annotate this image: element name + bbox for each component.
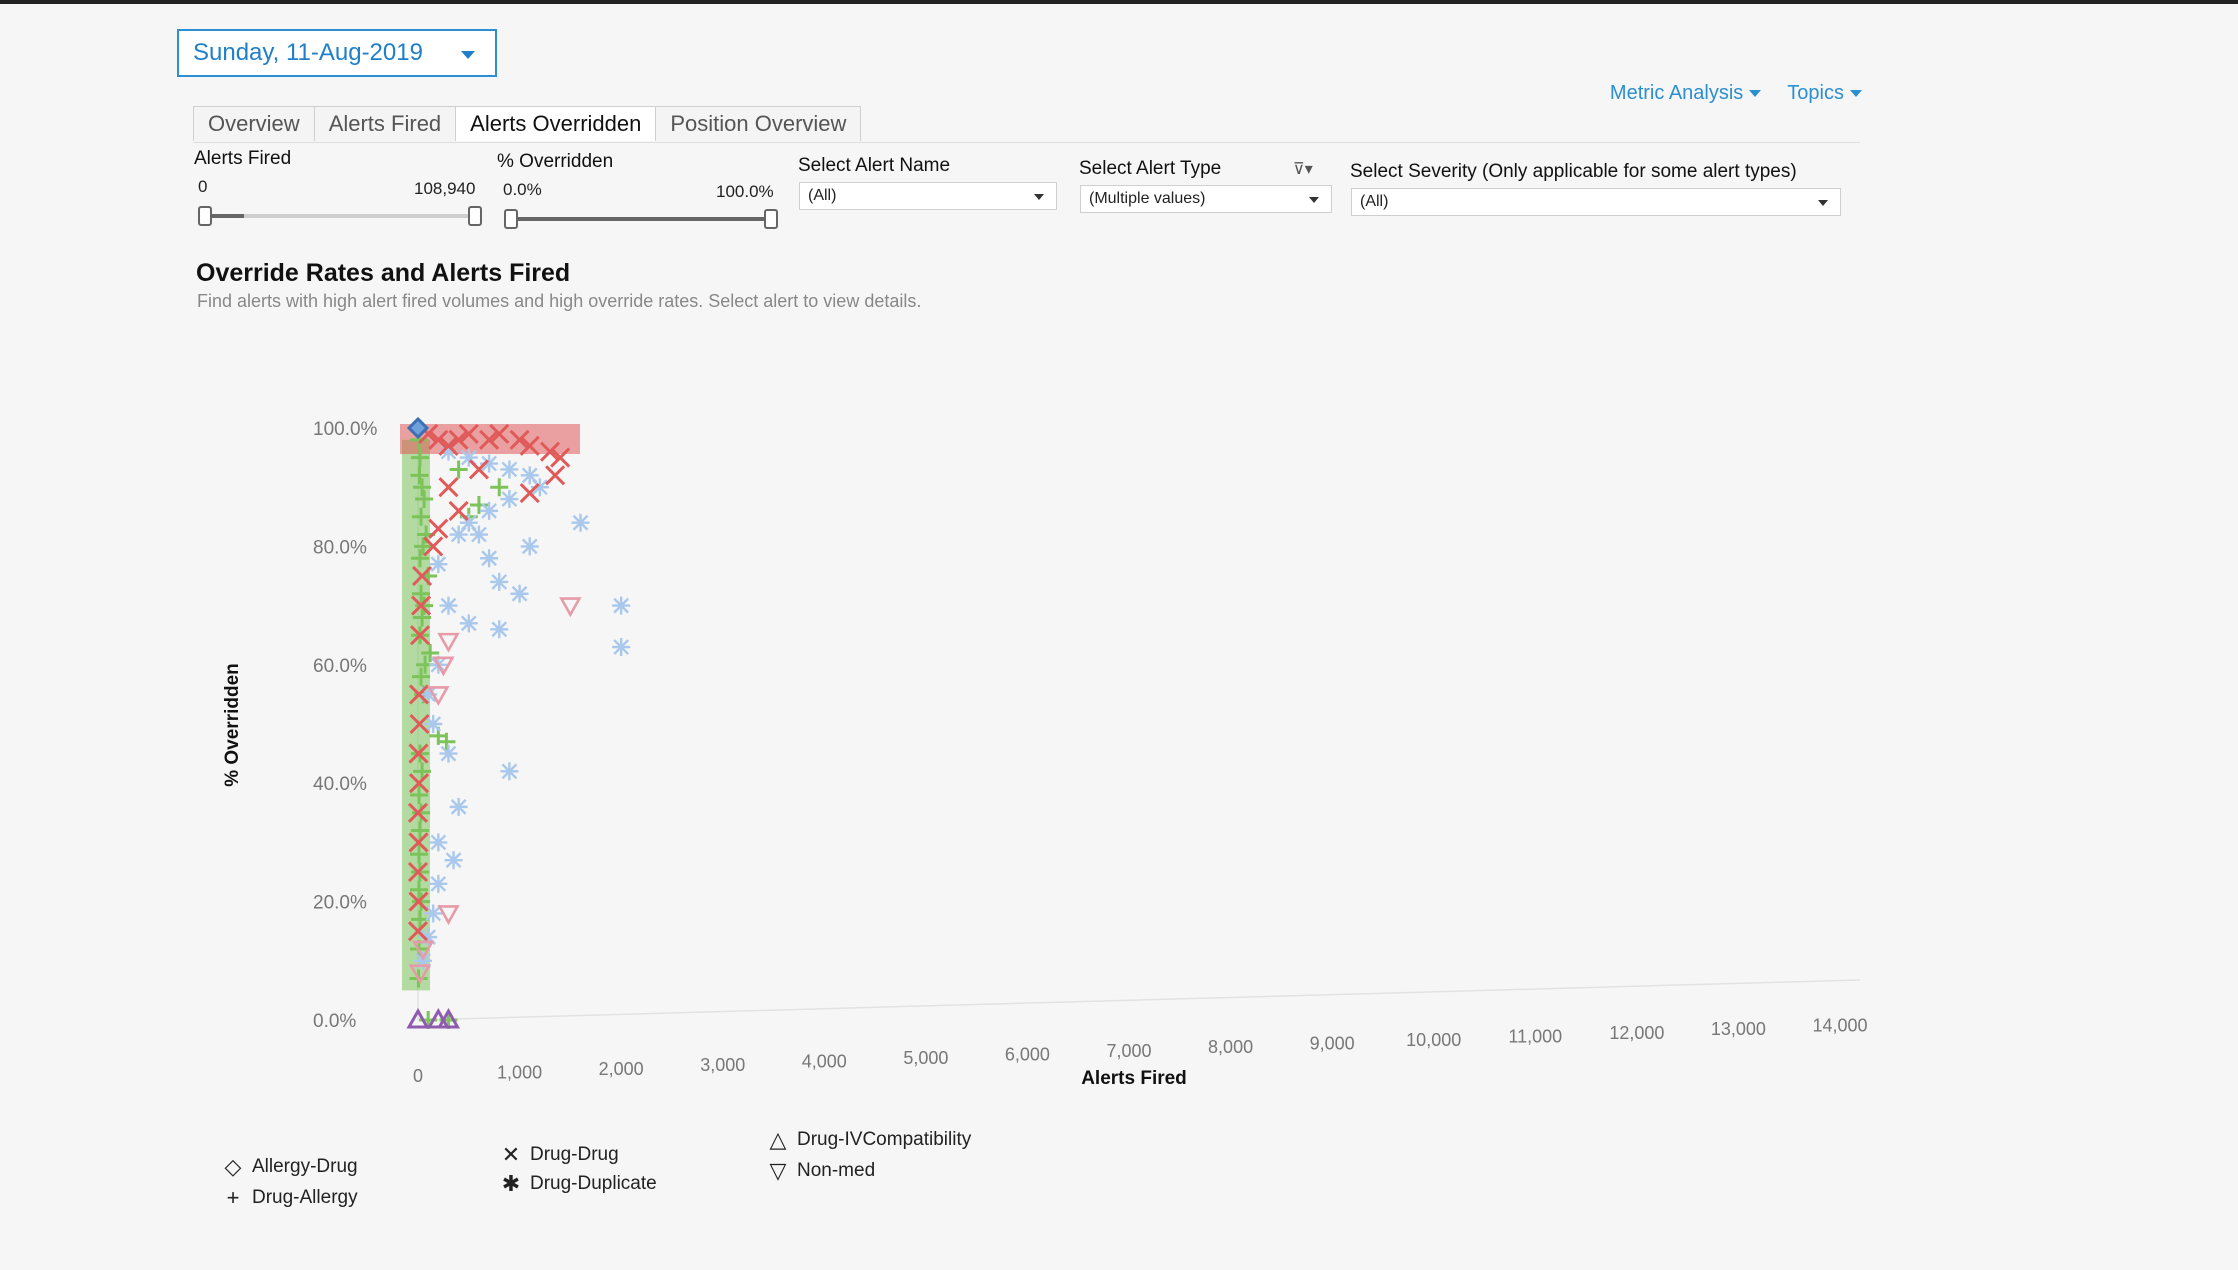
drug-duplicate-point	[500, 490, 519, 509]
drug-duplicate-point	[612, 596, 631, 615]
drug-duplicate-point	[429, 833, 448, 852]
x-tick-label: 12,000	[1609, 1023, 1664, 1043]
drug-duplicate-point	[500, 460, 519, 479]
drug-duplicate-point	[449, 797, 468, 816]
drug-duplicate-point	[612, 638, 631, 657]
drug-duplicate-point	[571, 513, 590, 532]
x-tick-label: 0	[413, 1066, 423, 1086]
asterisk-icon: ✱	[501, 1171, 521, 1196]
drug-drug-point	[519, 483, 540, 504]
x-tick-label: 11,000	[1508, 1026, 1562, 1046]
drug-duplicate-point	[520, 537, 539, 556]
drug-duplicate-point	[510, 584, 529, 603]
drug-drug-point	[545, 465, 566, 486]
legend-drug-allergy[interactable]: + Drug-Allergy	[222, 1185, 358, 1211]
drug-drug-point	[448, 500, 469, 521]
drug-duplicate-point	[490, 620, 509, 639]
drug-drug-point	[468, 459, 490, 480]
x-tick-label: 8,000	[1208, 1037, 1253, 1057]
y-tick-label: 40.0%	[313, 774, 367, 795]
x-tick-label: 4,000	[802, 1052, 847, 1072]
legend-drug-duplicate[interactable]: ✱ Drug-Duplicate	[500, 1171, 657, 1197]
drug-drug-point	[438, 477, 459, 498]
x-tick-label: 6,000	[1005, 1044, 1050, 1064]
x-tick-label: 2,000	[599, 1059, 644, 1079]
legend-label: Drug-Allergy	[252, 1187, 358, 1208]
legend-label: Drug-Duplicate	[530, 1173, 657, 1194]
legend-non-med[interactable]: ▽ Non-med	[767, 1158, 876, 1184]
drug-duplicate-point	[480, 549, 499, 568]
x-axis-label: Alerts Fired	[1081, 1068, 1187, 1089]
triangle-down-icon: ▽	[769, 1158, 787, 1183]
x-tick-label: 7,000	[1106, 1041, 1151, 1061]
x-tick-label: 14,000	[1812, 1016, 1867, 1036]
x-axis-line	[417, 979, 1861, 1021]
drug-duplicate-point	[449, 525, 468, 544]
y-tick-label: 20.0%	[313, 893, 367, 914]
x-tick-label: 3,000	[700, 1055, 745, 1075]
drug-duplicate-point	[490, 572, 509, 591]
drug-duplicate-point	[429, 555, 448, 574]
y-tick-label: 80.0%	[313, 537, 367, 558]
x-tick-label: 13,000	[1711, 1019, 1766, 1039]
y-axis-label: % Overridden	[222, 663, 243, 787]
drug-duplicate-point	[500, 762, 519, 781]
drug-duplicate-point	[469, 525, 488, 544]
x-tick-label: 5,000	[903, 1048, 948, 1068]
triangle-icon: △	[769, 1127, 787, 1152]
x-tick-label: 9,000	[1310, 1034, 1355, 1054]
x-icon: ✕	[501, 1142, 521, 1167]
legend-label: Drug-Drug	[530, 1144, 619, 1165]
drug-duplicate-point	[480, 501, 499, 520]
drug-duplicate-point	[439, 596, 458, 615]
non-med-point	[559, 597, 582, 618]
y-tick-label: 0.0%	[313, 1011, 356, 1032]
legend-label: Non-med	[797, 1160, 876, 1181]
legend-label: Drug-IVCompatibility	[797, 1129, 972, 1150]
drug-drug-point	[428, 518, 449, 539]
y-tick-label: 60.0%	[313, 656, 367, 677]
drug-duplicate-point	[429, 874, 448, 893]
legend-drug-drug[interactable]: ✕ Drug-Drug	[500, 1142, 619, 1168]
diamond-icon: ◇	[224, 1154, 242, 1179]
x-tick-label: 1,000	[497, 1062, 542, 1082]
legend-allergy-drug[interactable]: ◇ Allergy-Drug	[222, 1154, 358, 1180]
drug-duplicate-point	[444, 851, 463, 870]
plus-icon: +	[226, 1185, 240, 1210]
override-scatter-chart[interactable]: 0.0% 20.0% 40.0% 60.0% 80.0% 100.0% 0 1,000 2,00…	[0, 0, 2238, 1270]
drug-duplicate-point	[459, 614, 478, 633]
y-tick-label: 100.0%	[313, 419, 378, 440]
legend-label: Allergy-Drug	[252, 1156, 358, 1177]
x-tick-label: 10,000	[1406, 1030, 1461, 1050]
non-med-point	[437, 632, 460, 653]
drug-duplicate-point	[439, 744, 458, 763]
legend-drug-ivcompatibility[interactable]: △ Drug-IVCompatibility	[767, 1127, 972, 1153]
